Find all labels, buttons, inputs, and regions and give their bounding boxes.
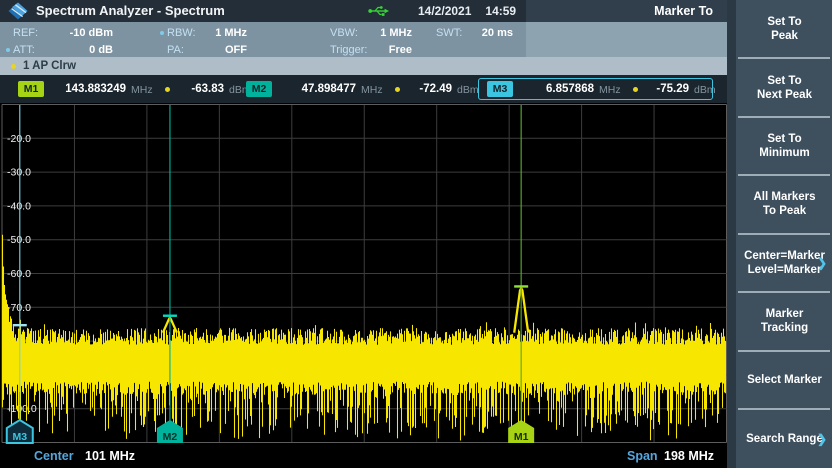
rs-logo-icon [8, 2, 28, 20]
marker-dot-m2 [395, 87, 400, 92]
datetime: 14/2/2021 14:59 [418, 0, 516, 22]
usb-icon [368, 4, 390, 18]
chevron-right-icon: ❯ [817, 256, 827, 270]
swt-label: SWT: [436, 25, 462, 41]
menu-title: Marker To [654, 0, 713, 22]
softkey-marker-tracking[interactable]: MarkerTracking [737, 292, 832, 349]
att-label: ATT: [13, 42, 35, 58]
frequency-footer: Center 101 MHz Span 198 MHz [0, 444, 727, 468]
marker-flag-label-m3: M3 [12, 431, 27, 443]
marker-badge-m1: M1 [18, 81, 44, 97]
softkey-set-to-minimum[interactable]: Set ToMinimum [737, 117, 832, 174]
softkey-menu: Set ToPeak Set ToNext Peak Set ToMinimum… [727, 0, 832, 468]
marker-level-m1: -63.83 [178, 81, 224, 97]
marker-freq-m3: 6.857868 [514, 81, 594, 97]
vbw-value[interactable]: 1 MHz [358, 25, 412, 41]
marker-dot-m1 [165, 87, 170, 92]
softkey-menu-edge [727, 0, 736, 468]
span-value[interactable]: 198 MHz [664, 444, 714, 468]
att-coupled-dot [6, 48, 10, 52]
softkey-search-range[interactable]: Search Range ❯ [737, 410, 832, 467]
y-axis-tick-label: -20.0 [7, 133, 31, 145]
ref-value[interactable]: -10 dBm [52, 25, 113, 41]
swt-value[interactable]: 20 ms [466, 25, 513, 41]
marker-flag-label-m2: M2 [163, 431, 178, 443]
y-axis-tick-label: -60.0 [7, 268, 31, 280]
spectrum-analyzer-screen: Marker To Spectrum Analyzer - Spectrum 1… [0, 0, 832, 468]
chevron-right-icon: ❯ [817, 432, 827, 446]
softkey-set-to-peak[interactable]: Set ToPeak [737, 0, 832, 57]
title-bar: Marker To Spectrum Analyzer - Spectrum 1… [0, 0, 727, 22]
marker-badge-m3: M3 [487, 81, 513, 97]
y-axis-tick-label: -70.0 [7, 302, 31, 314]
trace-active-dot [11, 64, 16, 69]
marker-dot-m3 [633, 87, 638, 92]
marker-freq-m2: 47.898477 [276, 81, 356, 97]
y-axis-tick-label: -40.0 [7, 200, 31, 212]
pa-value[interactable]: OFF [200, 42, 247, 58]
date-label: 14/2/2021 [418, 4, 471, 18]
softkey-all-markers-to-peak[interactable]: All MarkersTo Peak [737, 175, 832, 232]
marker-level-m3: -75.29 [641, 81, 689, 97]
marker-freq-m1: 143.883249 [46, 81, 126, 97]
time-label: 14:59 [485, 4, 516, 18]
center-value[interactable]: 101 MHz [85, 444, 135, 468]
trace-bar[interactable]: 1 AP Clrw [0, 57, 727, 75]
softkey-set-to-next-peak[interactable]: Set ToNext Peak [737, 59, 832, 116]
marker-badge-m2: M2 [246, 81, 272, 97]
marker-level-unit-m2: dBm [457, 82, 479, 98]
att-value[interactable]: 0 dB [52, 42, 113, 58]
app-title: Spectrum Analyzer - Spectrum [36, 0, 225, 22]
trace-label: 1 AP Clrw [23, 57, 76, 75]
rbw-coupled-dot [160, 31, 164, 35]
marker-level-m2: -72.49 [406, 81, 452, 97]
rbw-label: RBW: [167, 25, 196, 41]
marker-freq-unit-m1: MHz [131, 82, 153, 98]
marker-flag-label-m1: M1 [514, 431, 529, 443]
softkey-center-marker-level-marker[interactable]: Center=MarkerLevel=Marker ❯ [737, 234, 832, 291]
settings-bar-empty-section [526, 22, 727, 57]
rbw-value[interactable]: 1 MHz [200, 25, 247, 41]
pa-label: PA: [167, 42, 184, 58]
menu-title-panel: Marker To [526, 0, 727, 22]
softkey-select-marker[interactable]: Select Marker [737, 351, 832, 408]
y-axis-tick-label: -30.0 [7, 167, 31, 179]
settings-bar: REF: -10 dBm RBW: 1 MHz VBW: 1 MHz SWT: … [0, 22, 727, 57]
spectrum-trace-plot: -20.0-30.0-40.0-50.0-60.0-70.0-80.0-90.0… [0, 103, 727, 444]
trigger-value[interactable]: Free [358, 42, 412, 58]
marker-level-unit-m3: dBm [694, 82, 716, 98]
span-label: Span [627, 444, 658, 468]
y-axis-tick-label: -50.0 [7, 234, 31, 246]
marker-freq-unit-m2: MHz [361, 82, 383, 98]
marker-freq-unit-m3: MHz [599, 82, 621, 98]
vbw-label: VBW: [330, 25, 358, 41]
center-label: Center [34, 444, 74, 468]
marker-table: M1 143.883249 MHz -63.83 dBm M2 47.89847… [0, 75, 727, 103]
spectrum-display[interactable]: -20.0-30.0-40.0-50.0-60.0-70.0-80.0-90.0… [0, 103, 727, 444]
ref-label: REF: [13, 25, 38, 41]
